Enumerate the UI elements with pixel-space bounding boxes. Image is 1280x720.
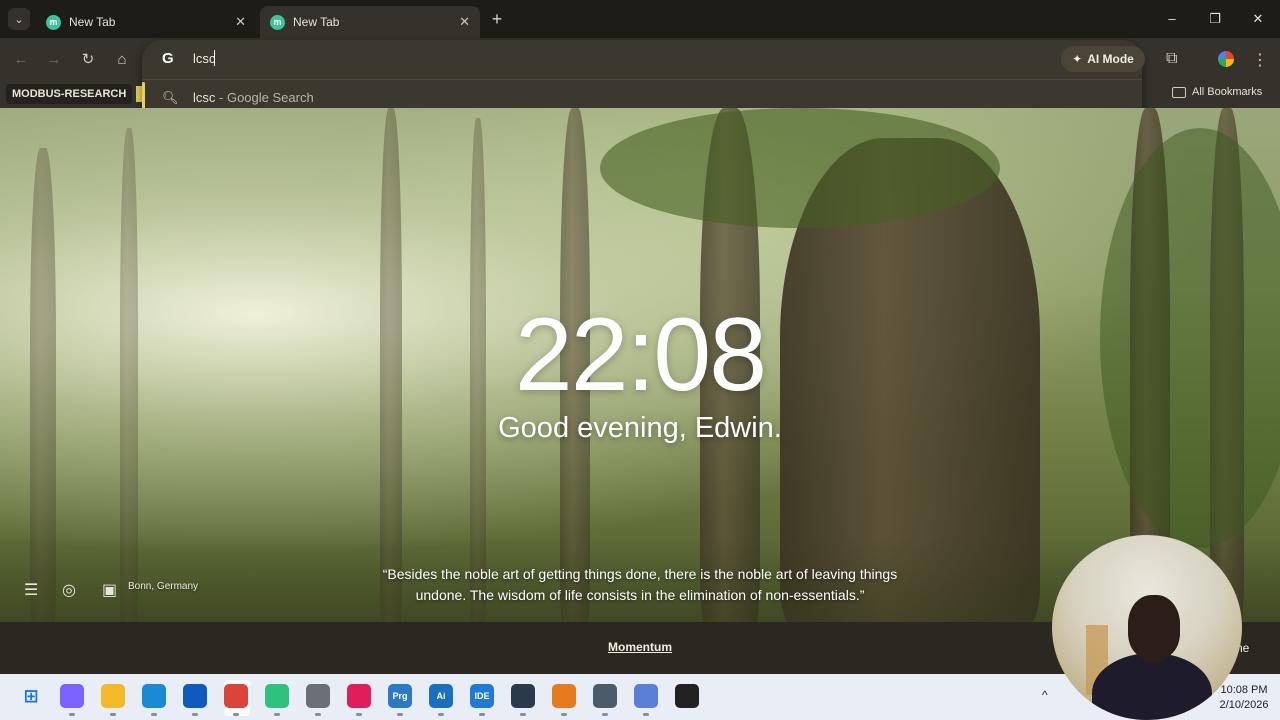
photo-icon[interactable]: ▣ xyxy=(102,580,117,600)
google-icon: G xyxy=(162,50,174,67)
omnibox-divider xyxy=(142,79,1142,80)
taskbar-copilot-icon[interactable] xyxy=(60,684,84,708)
ai-search-icon: ✦ xyxy=(1072,52,1083,66)
taskbar-app-cloud-icon[interactable] xyxy=(634,684,658,708)
balance-icon[interactable]: ◎ xyxy=(62,580,76,600)
taskbar-running-indicator xyxy=(69,713,75,716)
taskbar-ide-icon[interactable]: IDE xyxy=(470,684,494,708)
webcam-person-head xyxy=(1128,595,1180,659)
all-bookmarks-button[interactable]: All Bookmarks xyxy=(1172,86,1262,98)
suggestion-query: lcsc xyxy=(193,90,216,105)
bookmark-modbus-research[interactable]: MODBUS-RESEARCH xyxy=(6,84,133,104)
tab-search-button[interactable]: ⌄ xyxy=(8,8,30,30)
reload-button[interactable]: ↻ xyxy=(78,50,98,70)
photo-location[interactable]: Bonn, Germany xyxy=(128,581,198,592)
taskbar-arduino-ai-icon[interactable]: Ai xyxy=(429,684,453,708)
tray-overflow-icon[interactable]: ^ xyxy=(1042,688,1048,702)
new-tab-button[interactable]: + xyxy=(488,10,506,28)
restore-button[interactable]: ❐ xyxy=(1205,9,1225,29)
forward-button[interactable]: → xyxy=(44,50,64,70)
profile-avatar[interactable] xyxy=(1216,49,1236,69)
taskbar-running-indicator xyxy=(151,713,157,716)
back-button[interactable]: ← xyxy=(11,50,31,70)
clock[interactable]: 22:08 xyxy=(440,296,840,415)
taskbar-running-indicator xyxy=(602,713,608,716)
taskbar-chrome-icon[interactable] xyxy=(224,684,248,708)
tab-new-tab-1[interactable]: m New Tab ✕ xyxy=(36,6,256,38)
tab-title: New Tab xyxy=(69,15,116,29)
taskbar-running-indicator xyxy=(274,713,280,716)
tab-close-icon[interactable]: ✕ xyxy=(459,14,470,30)
all-bookmarks-label: All Bookmarks xyxy=(1192,86,1263,98)
canopy xyxy=(600,108,1000,228)
taskbar-camera-icon[interactable] xyxy=(593,684,617,708)
tab-title: New Tab xyxy=(293,15,340,29)
taskbar-running-indicator xyxy=(438,713,444,716)
home-button[interactable]: ⌂ xyxy=(112,50,132,70)
taskbar-running-indicator xyxy=(233,713,239,716)
taskbar-running-indicator xyxy=(479,713,485,716)
taskbar-running-indicator xyxy=(397,713,403,716)
ai-mode-label: AI Mode xyxy=(1087,52,1134,66)
clock-date: 2/10/2026 xyxy=(1219,699,1269,711)
close-window-button[interactable]: ✕ xyxy=(1248,9,1268,29)
momentum-favicon-icon: m xyxy=(46,14,61,30)
taskbar-running-indicator xyxy=(356,713,362,716)
taskbar-edge-icon[interactable] xyxy=(142,684,166,708)
webcam-overlay xyxy=(1052,535,1242,720)
folder-icon xyxy=(1172,86,1186,98)
tab-close-icon[interactable]: ✕ xyxy=(235,14,246,30)
taskbar-outlook-icon[interactable] xyxy=(183,684,207,708)
taskbar-app-gray-icon[interactable] xyxy=(306,684,330,708)
greeting[interactable]: Good evening, Edwin. xyxy=(440,412,840,445)
taskbar-running-indicator xyxy=(110,713,116,716)
text-caret xyxy=(214,50,215,66)
taskbar-file-explorer-icon[interactable] xyxy=(101,684,125,708)
taskbar-running-indicator xyxy=(315,713,321,716)
taskbar-prg-icon[interactable]: Prg xyxy=(388,684,412,708)
webcam-person-body xyxy=(1092,653,1212,720)
taskbar-running-indicator xyxy=(192,713,198,716)
settings-sliders-icon[interactable]: ☰ xyxy=(24,580,38,600)
minimize-button[interactable]: – xyxy=(1162,9,1182,29)
taskbar-start-icon[interactable]: ⊞ xyxy=(19,684,43,708)
foliage xyxy=(1100,128,1280,548)
daily-quote[interactable]: “Besides the noble art of getting things… xyxy=(360,564,920,606)
taskbar-app-orange-icon[interactable] xyxy=(552,684,576,708)
extensions-icon[interactable]: ⧉ xyxy=(1166,50,1177,68)
suggestion-google-search[interactable]: lcsc - Google Search xyxy=(193,90,314,105)
menu-button[interactable]: ⋮ xyxy=(1252,50,1268,70)
suggestion-suffix: - Google Search xyxy=(219,90,314,105)
search-icon: 🔍︎ xyxy=(162,90,179,105)
momentum-link[interactable]: Momentum xyxy=(600,640,680,654)
address-input[interactable]: lcsc xyxy=(193,51,215,66)
taskbar-running-indicator xyxy=(561,713,567,716)
system-clock[interactable]: 10:08 PM 2/10/2026 xyxy=(1210,683,1278,713)
momentum-favicon-icon: m xyxy=(270,14,285,30)
tab-new-tab-2[interactable]: m New Tab ✕ xyxy=(260,6,480,38)
ai-mode-button[interactable]: ✦ AI Mode xyxy=(1061,46,1145,72)
taskbar-app-record-icon[interactable] xyxy=(675,684,699,708)
taskbar-running-indicator xyxy=(520,713,526,716)
taskbar-slack-icon[interactable] xyxy=(347,684,371,708)
taskbar-running-indicator xyxy=(643,713,649,716)
taskbar-app-dark-icon[interactable] xyxy=(511,684,535,708)
taskbar-chatgpt-icon[interactable] xyxy=(265,684,289,708)
